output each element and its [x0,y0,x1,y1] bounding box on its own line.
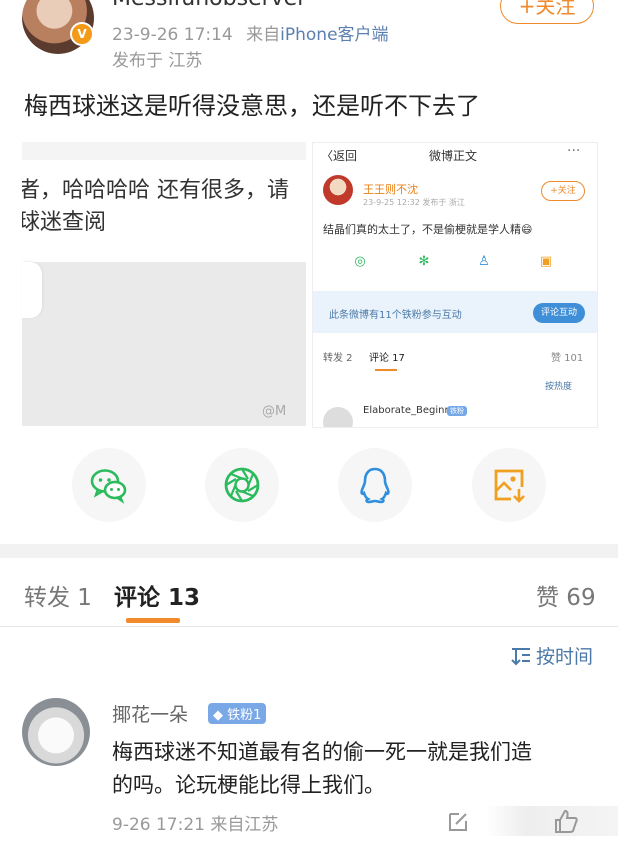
embedded-repost-tab: 转发 2 [323,353,353,364]
follow-button[interactable]: +关注 [500,0,594,24]
qq-icon [360,467,390,504]
embedded-avatar [323,175,353,205]
sort-button[interactable]: 按时间 [510,642,593,669]
post-time: 23-9-26 17:14 [112,25,233,45]
fan-badge-label: 铁粉1 [227,708,262,723]
share-moments-button[interactable] [205,448,279,522]
source-prefix: 来自 [246,25,281,45]
verified-badge: V [70,22,94,46]
embedded-text: 结晶们真的太土了，不是偷梗就是学人精😄 [323,223,533,236]
embedded-fan-button: 评论互动 [533,303,585,323]
embedded-qq-icon: ♙ [478,254,490,269]
tab-repost[interactable]: 转发 1 [24,578,92,612]
embedded-sort: 按热度 [545,382,573,392]
active-tab-indicator [126,618,180,623]
thumbs-up-icon [555,809,578,833]
tab-divider [0,626,618,627]
comment-avatar[interactable] [22,698,90,766]
post-source[interactable]: iPhone客户端 [280,25,388,45]
comment-text-line1: 梅西球迷不知道最有名的偷一死一就是我们造 [112,740,532,764]
wechat-icon [90,469,127,504]
comment-like-button[interactable] [552,808,580,840]
section-separator [0,544,618,558]
moments-icon [224,467,260,503]
author-name[interactable]: Messifunobserver [112,0,306,11]
embedded-comment-badge: 铁粉 [447,406,467,416]
tab-comment[interactable]: 评论 13 [114,578,200,612]
fan-badge: ◆ 铁粉1 [208,703,267,724]
post-text: 梅西球迷这是听得没意思，还是听不下去了 [24,92,480,120]
embedded-more-icon: ··· [567,143,581,159]
post-location: 发布于 江苏 [112,51,203,71]
embedded-title: 微博正文 [429,149,478,163]
comment-author[interactable]: 揶花一朵 [112,700,188,727]
post-image-left[interactable]: 者，哈哈哈哈 还有很多，请 球迷查阅 [22,142,306,426]
sort-icon [511,648,530,666]
embedded-meta: 23-9-25 12:32 发布于 浙江 [363,198,465,207]
embedded-moments-icon: ✻ [418,254,430,269]
share-qq-button[interactable] [338,448,412,522]
image-watermark: @M [262,404,287,419]
embedded-fan-text: 此条微博有11个铁粉参与互动 [329,310,462,321]
embedded-tab-underline [375,369,397,371]
post-meta: 23-9-26 17:14 来自iPhone客户端 [112,20,389,45]
image-left-line1: 者，哈哈哈哈 还有很多，请 [22,178,289,203]
embedded-author: 王王则不沈 [363,183,418,196]
comment-text-line2: 的吗。论玩梗能比得上我们。 [112,773,385,797]
post-image-right[interactable]: 〈返回 微博正文 ··· 王王则不沈 23-9-25 12:32 发布于 浙江 … [312,142,598,428]
tab-like[interactable]: 赞 69 [536,578,596,612]
embedded-comment-avatar [323,407,353,427]
save-image-icon [494,469,525,503]
image-left-line2: 球迷查阅 [22,210,107,235]
embedded-wechat-icon: ◎ [354,254,366,269]
share-save-image-button[interactable] [472,448,546,522]
reply-button[interactable] [446,810,470,838]
embedded-follow: +关注 [541,181,585,201]
embedded-like-tab: 赞 101 [551,353,584,364]
embedded-comment-tab: 评论 17 [369,353,405,364]
comment-meta: 9-26 17:21 来自江苏 [112,815,279,835]
embedded-save-icon: ▣ [539,254,553,269]
share-wechat-button[interactable] [72,448,146,522]
image-side-handle[interactable] [22,262,42,318]
sort-label: 按时间 [536,646,594,668]
edit-icon [449,813,467,831]
embedded-back: 〈返回 [321,149,358,163]
